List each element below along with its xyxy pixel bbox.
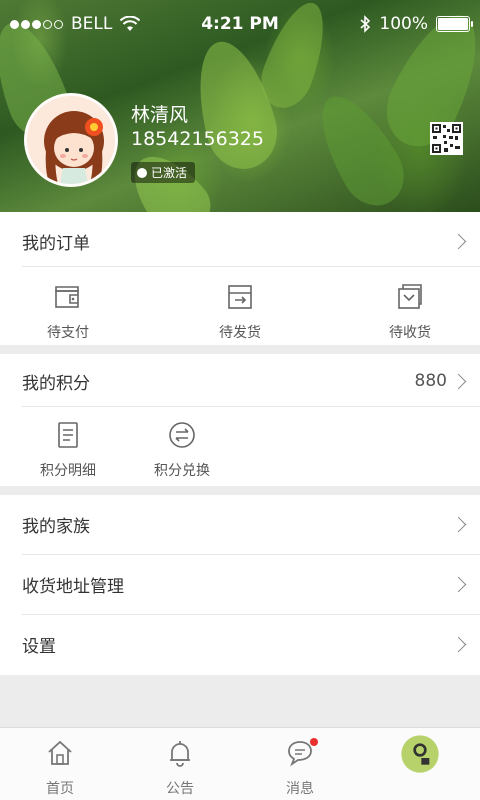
document-icon bbox=[58, 422, 78, 448]
chevron-right-icon bbox=[450, 576, 467, 592]
tab-announcements-label: 公告 bbox=[166, 781, 194, 797]
receive-box-icon bbox=[398, 284, 422, 309]
my-points-label: 我的积分 bbox=[22, 373, 90, 394]
menu-item-settings[interactable]: 设置 bbox=[0, 615, 480, 673]
order-pending-shipment[interactable]: 待发货 bbox=[190, 282, 290, 342]
status-badge: 已激活 bbox=[131, 162, 196, 183]
menu-item-label: 设置 bbox=[22, 636, 56, 657]
order-pending-receipt[interactable]: 待收货 bbox=[360, 282, 460, 342]
tab-messages-label: 消息 bbox=[286, 781, 314, 797]
my-orders-label: 我的订单 bbox=[22, 233, 90, 254]
chevron-right-icon bbox=[450, 516, 467, 532]
tab-messages[interactable]: 消息 bbox=[260, 738, 340, 798]
order-pending-shipment-label: 待发货 bbox=[219, 325, 261, 341]
status-dot-icon bbox=[137, 167, 147, 178]
exchange-icon bbox=[169, 422, 195, 448]
tab-home[interactable]: 首页 bbox=[20, 738, 100, 798]
points-value: 880 bbox=[414, 371, 447, 391]
home-icon bbox=[48, 740, 72, 765]
menu-item-family[interactable]: 我的家族 bbox=[0, 495, 480, 553]
battery-icon bbox=[436, 16, 473, 32]
unread-badge bbox=[310, 738, 318, 746]
wallet-icon bbox=[55, 286, 79, 308]
avatar-illustration bbox=[27, 96, 115, 184]
order-pending-receipt-label: 待收货 bbox=[389, 325, 431, 341]
profile-header: BELL 4:21 PM 100% 林清风 18542156325 已激活 bbox=[0, 0, 480, 212]
points-detail-label: 积分明细 bbox=[40, 463, 96, 479]
points-exchange[interactable]: 积分兑换 bbox=[132, 420, 232, 480]
profile-icon bbox=[401, 735, 439, 773]
points-section: 我的积分 880 积分明细 积分兑换 bbox=[0, 354, 480, 486]
tab-profile[interactable] bbox=[380, 735, 460, 784]
chevron-right-icon bbox=[450, 636, 467, 652]
status-bar: BELL 4:21 PM 100% bbox=[0, 0, 480, 48]
tab-announcements[interactable]: 公告 bbox=[140, 738, 220, 798]
my-points-row[interactable]: 我的积分 880 bbox=[0, 354, 480, 408]
profile-phone: 18542156325 bbox=[131, 128, 264, 150]
shipping-box-icon bbox=[228, 285, 252, 309]
order-pending-payment[interactable]: 待支付 bbox=[18, 282, 118, 342]
status-label: 已激活 bbox=[151, 166, 188, 180]
battery-percent: 100% bbox=[379, 14, 428, 34]
chevron-right-icon bbox=[450, 233, 467, 249]
qr-code-icon[interactable] bbox=[430, 122, 463, 155]
points-exchange-label: 积分兑换 bbox=[154, 463, 210, 479]
tab-bar: 首页 公告 消息 bbox=[0, 727, 480, 800]
menu-section: 我的家族 收货地址管理 设置 bbox=[0, 495, 480, 675]
menu-item-label: 收货地址管理 bbox=[22, 576, 124, 597]
chevron-right-icon bbox=[450, 373, 467, 389]
bluetooth-icon bbox=[360, 15, 371, 33]
menu-item-address[interactable]: 收货地址管理 bbox=[0, 555, 480, 613]
tab-home-label: 首页 bbox=[46, 781, 74, 797]
avatar[interactable] bbox=[24, 93, 118, 187]
menu-item-label: 我的家族 bbox=[22, 516, 90, 537]
bell-icon bbox=[170, 741, 190, 767]
orders-section: 我的订单 待支付 待发货 待收货 bbox=[0, 212, 480, 345]
profile-name: 林清风 bbox=[131, 104, 189, 126]
order-pending-payment-label: 待支付 bbox=[47, 325, 89, 341]
my-orders-row[interactable]: 我的订单 bbox=[0, 212, 480, 270]
points-detail[interactable]: 积分明细 bbox=[18, 420, 118, 480]
